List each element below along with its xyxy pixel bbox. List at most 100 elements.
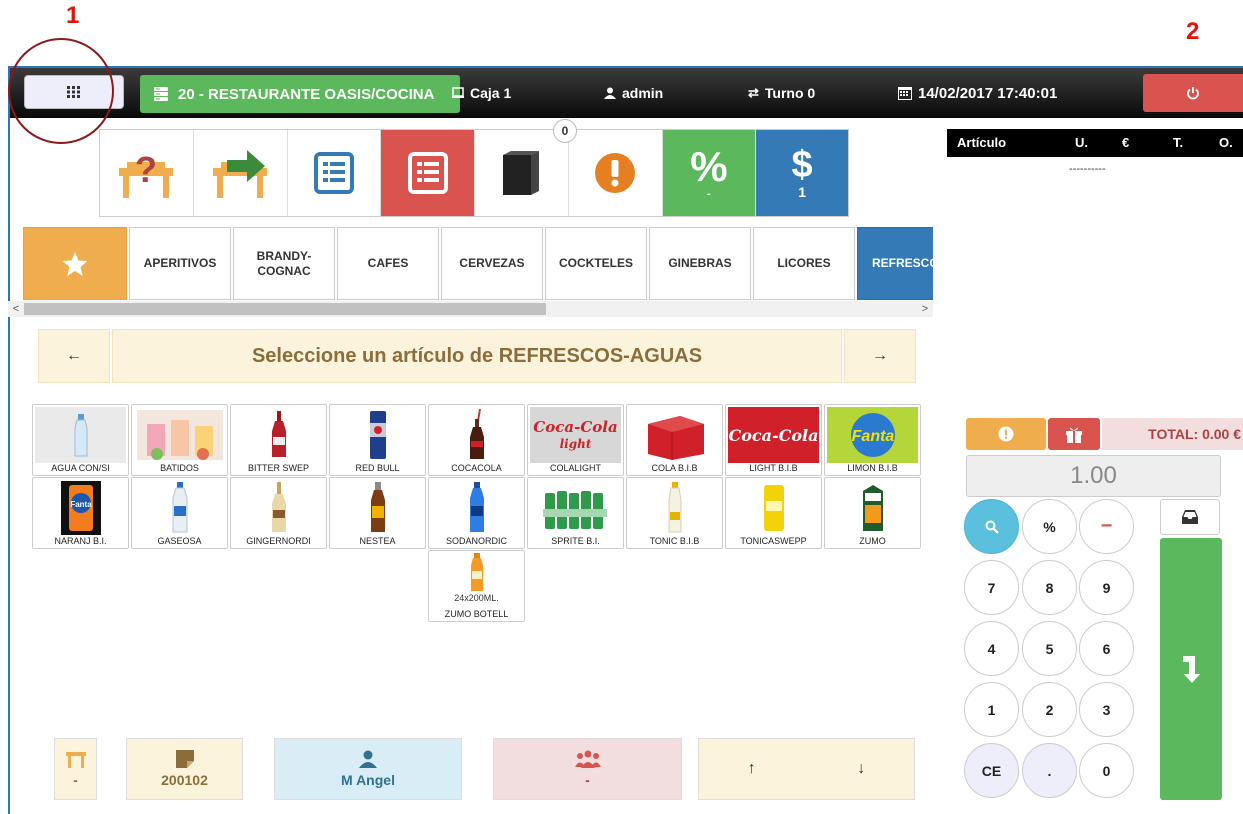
guests-button[interactable]: - — [493, 738, 682, 800]
alert-small-button[interactable] — [966, 418, 1046, 450]
coca-cola-logo-image: Coca-Cola — [728, 407, 819, 463]
register-info: Caja 1 — [452, 68, 511, 118]
pos-screen: 1 2 20 - RESTAURANTE OASIS/COCINA Caja 1… — [0, 0, 1243, 814]
key-0[interactable]: 0 — [1079, 743, 1134, 798]
product-item[interactable]: SODANORDIC — [428, 477, 525, 549]
cash-drawer-button[interactable] — [1160, 499, 1220, 535]
product-item[interactable]: 24x200ML. ZUMO BOTELL — [428, 550, 525, 622]
user-icon — [359, 750, 377, 768]
product-item[interactable]: GASEOSA — [131, 477, 228, 549]
arrow-up-icon[interactable]: ↑ — [748, 760, 756, 778]
guests-value: - — [585, 772, 590, 788]
sprite-bottles-image — [530, 480, 621, 536]
key-6[interactable]: 6 — [1079, 621, 1134, 676]
table-query-button[interactable]: ? — [100, 130, 194, 216]
enter-button[interactable] — [1160, 538, 1222, 800]
shift-info: ⇄ Turno 0 — [748, 68, 815, 118]
category-tab[interactable]: APERITIVOS — [129, 227, 231, 300]
list-view-button[interactable] — [288, 130, 382, 216]
arrow-down-icon[interactable]: ↓ — [857, 760, 865, 778]
key-8[interactable]: 8 — [1022, 560, 1077, 615]
selection-prompt: Seleccione un artículo de REFRESCOS-AGUA… — [112, 329, 842, 383]
product-item[interactable]: Fanta NARANJ B.I. — [32, 477, 129, 549]
gift-button[interactable] — [1048, 418, 1100, 450]
product-item[interactable]: GINGERNORDI — [230, 477, 327, 549]
register-icon — [452, 87, 464, 98]
table-transfer-button[interactable] — [194, 130, 288, 216]
product-item[interactable]: Coca-Cola LIGHT B.I.B — [725, 404, 822, 476]
search-key[interactable] — [964, 499, 1019, 554]
ticket-button[interactable]: 200102 — [126, 738, 243, 800]
prev-page-button[interactable]: ← — [38, 329, 110, 383]
product-item[interactable]: TONIC B.I.B — [626, 477, 723, 549]
tonic-can-image — [728, 480, 819, 536]
category-tab[interactable]: CAFES — [337, 227, 439, 300]
power-button[interactable] — [1143, 74, 1243, 112]
product-name: NESTEA — [359, 536, 396, 546]
menu-grid-button[interactable] — [24, 75, 124, 109]
category-tab[interactable]: CERVEZAS — [441, 227, 543, 300]
scroll-left-icon[interactable]: < — [8, 301, 24, 317]
list-red-button[interactable] — [381, 130, 475, 216]
product-name: GASEOSA — [157, 536, 202, 546]
category-tab-active[interactable]: REFRESCO — [857, 227, 933, 300]
product-item[interactable]: AGUA CON/SI — [32, 404, 129, 476]
key-3[interactable]: 3 — [1079, 682, 1134, 737]
favorites-tab[interactable] — [23, 227, 127, 300]
scroll-thumb[interactable] — [24, 303, 546, 315]
payment-value: 1 — [798, 184, 807, 200]
product-item[interactable]: COLA B.I.B — [626, 404, 723, 476]
column-header: O. — [1219, 135, 1233, 150]
cola-box-image — [629, 407, 720, 463]
category-scrollbar[interactable]: < > — [8, 301, 933, 317]
key-2[interactable]: 2 — [1022, 682, 1077, 737]
waiter-button[interactable]: M Angel — [274, 738, 462, 800]
next-page-button[interactable]: → — [844, 329, 916, 383]
scroll-right-icon[interactable]: > — [917, 301, 933, 317]
minus-key[interactable]: − — [1079, 499, 1134, 554]
action-bar: ? % - $ 1 — [99, 129, 849, 217]
product-item[interactable]: ZUMO — [824, 477, 921, 549]
arrow-left-icon: ← — [66, 347, 82, 364]
category-tab[interactable]: GINEBRAS — [649, 227, 751, 300]
key-1[interactable]: 1 — [964, 682, 1019, 737]
discount-button[interactable]: % - — [662, 130, 757, 216]
product-item[interactable]: RED BULL — [329, 404, 426, 476]
book-button[interactable] — [475, 130, 569, 216]
product-name: COCACOLA — [451, 463, 502, 473]
product-item[interactable]: Fanta LIMON B.I.B — [824, 404, 921, 476]
key-5[interactable]: 5 — [1022, 621, 1077, 676]
product-item[interactable]: BITTER SWEP — [230, 404, 327, 476]
category-tab[interactable]: LICORES — [753, 227, 855, 300]
category-bar: APERITIVOS BRANDY-COGNAC CAFES CERVEZAS … — [23, 227, 933, 300]
product-item[interactable]: SPRITE B.I. — [527, 477, 624, 549]
category-tab[interactable]: BRANDY-COGNAC — [233, 227, 335, 300]
table-value: - — [73, 772, 78, 788]
key-4[interactable]: 4 — [964, 621, 1019, 676]
table-arrow-icon — [213, 150, 268, 198]
product-item[interactable]: Coca-Cola light COLALIGHT — [527, 404, 624, 476]
product-name: AGUA CON/SI — [51, 463, 110, 473]
restaurant-selector[interactable]: 20 - RESTAURANTE OASIS/COCINA — [140, 75, 460, 113]
percent-key[interactable]: % — [1022, 499, 1077, 554]
category-tab[interactable]: COCKTELES — [545, 227, 647, 300]
product-item[interactable]: BATIDOS — [131, 404, 228, 476]
product-item[interactable]: TONICASWEPP — [725, 477, 822, 549]
svg-text:?: ? — [135, 149, 157, 190]
key-7[interactable]: 7 — [964, 560, 1019, 615]
column-header: T. — [1173, 135, 1184, 150]
percent-icon: % — [690, 143, 728, 190]
product-item[interactable]: COCACOLA — [428, 404, 525, 476]
payment-button[interactable]: $ 1 — [756, 130, 848, 216]
decimal-key[interactable]: . — [1022, 743, 1077, 798]
product-item[interactable]: NESTEA — [329, 477, 426, 549]
clear-key[interactable]: CE — [964, 743, 1019, 798]
alert-button[interactable] — [569, 130, 663, 216]
soda-bottle-image — [134, 480, 225, 536]
coke-bottle-image — [431, 407, 522, 463]
product-name: LIGHT B.I.B — [749, 463, 798, 473]
table-info-button[interactable]: - — [54, 738, 97, 800]
ginger-ale-bottle-image — [233, 480, 324, 536]
quantity-display[interactable]: 1.00 — [966, 455, 1221, 497]
key-9[interactable]: 9 — [1079, 560, 1134, 615]
